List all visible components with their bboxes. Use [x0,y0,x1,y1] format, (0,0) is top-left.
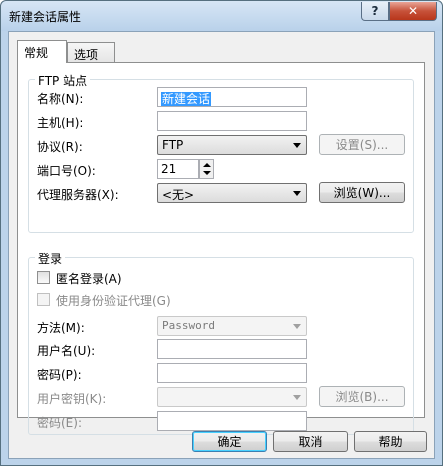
username-label: 用户名(U): [37,344,96,358]
window-title: 新建会话属性 [9,10,82,24]
protocol-value: FTP [162,138,184,152]
dialog-window: 新建会话属性 ? ✕ 常规 选项 FTP 站点 名称(N): 新建会话 主机(H… [0,0,443,466]
auth-agent-checkbox[interactable] [37,293,50,306]
proxy-value: <无> [162,188,195,202]
spin-up-icon[interactable] [203,163,211,167]
anonymous-label[interactable]: 匿名登录(A) [56,270,122,287]
help-icon[interactable]: ? [361,2,389,21]
close-icon[interactable]: ✕ [389,2,437,21]
userkey-label: 用户密钥(K): [37,392,107,406]
chevron-down-icon [293,143,301,148]
method-select[interactable]: Password [157,316,307,336]
port-input[interactable]: 21 [157,159,199,179]
login-group: 登录 匿名登录(A) 使用身份验证代理(G) 方法(M): Password 用… [28,250,414,435]
userkey-browse-button[interactable]: 浏览(B)... [319,386,405,407]
password-label: 密码(P): [37,368,82,382]
tab-options[interactable]: 选项 [67,42,115,63]
anonymous-checkbox[interactable] [37,271,50,284]
tab-panel-general: FTP 站点 名称(N): 新建会话 主机(H): 协议(R): FTP 设置(… [17,62,425,435]
passphrase-label: 密码(E): [37,416,82,430]
password-input[interactable] [157,363,307,383]
name-label: 名称(N): [37,92,84,106]
host-label: 主机(H): [37,116,84,130]
login-group-title: 登录 [35,250,66,267]
dialog-client: 常规 选项 FTP 站点 名称(N): 新建会话 主机(H): 协议(R): F… [8,31,435,459]
proxy-select[interactable]: <无> [157,183,307,203]
spin-down-icon[interactable] [203,171,211,175]
help-button[interactable]: 帮助 [354,431,427,452]
passphrase-input[interactable] [157,411,307,431]
ftp-site-group-title: FTP 站点 [35,72,91,89]
port-label: 端口号(O): [37,164,96,178]
cancel-button[interactable]: 取消 [273,431,348,452]
chevron-down-icon [293,395,301,400]
auth-agent-label[interactable]: 使用身份验证代理(G) [56,292,171,309]
name-input[interactable]: 新建会话 [157,87,307,107]
chevron-down-icon [293,191,301,196]
proxy-label: 代理服务器(X): [37,188,119,202]
ok-button[interactable]: 确定 [192,431,267,452]
username-input[interactable] [157,339,307,359]
ftp-site-group: FTP 站点 名称(N): 新建会话 主机(H): 协议(R): FTP 设置(… [28,72,414,233]
method-label: 方法(M): [37,321,85,335]
tab-general[interactable]: 常规 [17,40,67,63]
proxy-browse-button[interactable]: 浏览(W)... [319,182,405,203]
method-value: Password [162,319,215,332]
userkey-select[interactable] [157,387,307,407]
title-bar[interactable]: 新建会话属性 ? ✕ [1,1,442,31]
port-stepper[interactable] [199,159,214,179]
protocol-select[interactable]: FTP [157,135,307,155]
protocol-label: 协议(R): [37,140,83,154]
host-input[interactable] [157,111,307,131]
settings-button[interactable]: 设置(S)... [319,134,405,155]
chevron-down-icon [293,324,301,329]
name-value: 新建会话 [161,92,212,106]
